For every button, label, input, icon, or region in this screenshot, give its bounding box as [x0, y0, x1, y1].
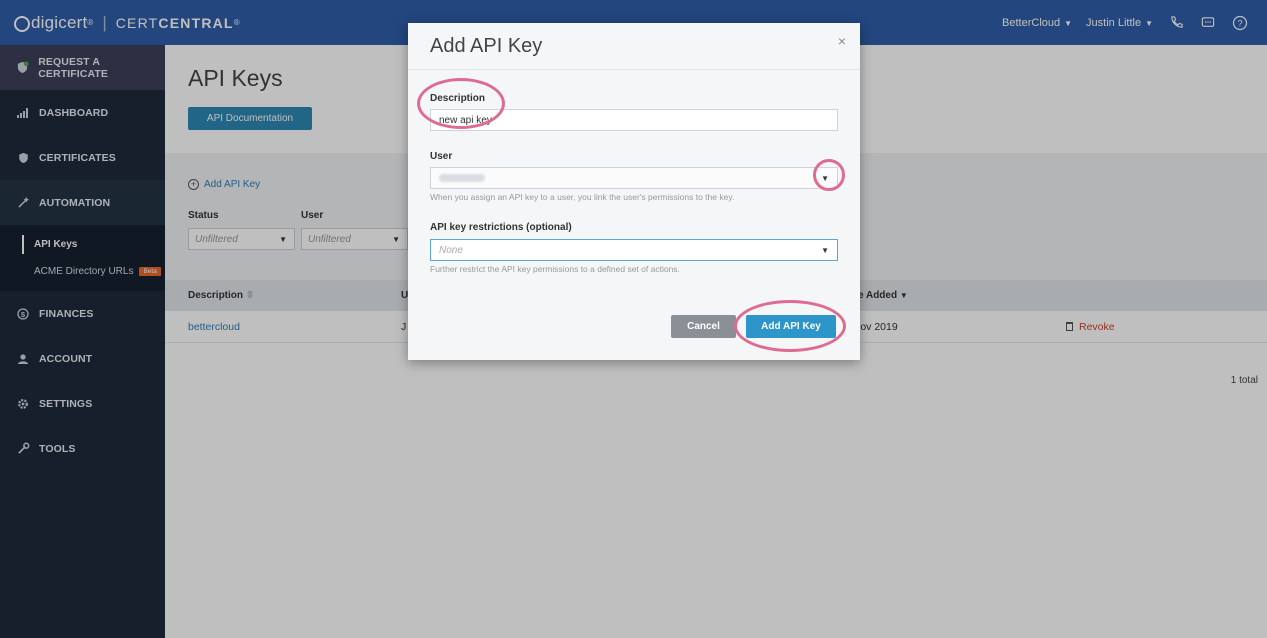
restrictions-placeholder: None	[439, 244, 463, 256]
modal-title: Add API Key	[430, 35, 543, 57]
chevron-down-icon: ▼	[821, 173, 829, 183]
modal-body: Description new api key User ▼ When you …	[408, 70, 860, 360]
redacted-user-value	[439, 174, 485, 182]
modal-header: Add API Key ×	[408, 23, 860, 70]
restrictions-help-text: Further restrict the API key permissions…	[430, 264, 680, 274]
restrictions-select[interactable]: None ▼	[430, 239, 838, 261]
description-label: Description	[430, 93, 486, 104]
user-select[interactable]: ▼	[430, 167, 838, 189]
description-input[interactable]: new api key	[430, 109, 838, 131]
cancel-button[interactable]: Cancel	[671, 315, 736, 338]
user-label: User	[430, 151, 453, 162]
user-help-text: When you assign an API key to a user, yo…	[430, 192, 735, 202]
restrictions-label: API key restrictions (optional)	[430, 222, 572, 233]
description-input-value: new api key	[439, 114, 492, 126]
add-api-key-modal: Add API Key × Description new api key Us…	[408, 23, 860, 360]
chevron-down-icon: ▼	[821, 245, 829, 255]
add-api-key-button[interactable]: Add API Key	[746, 315, 836, 338]
close-icon[interactable]: ×	[838, 33, 846, 49]
